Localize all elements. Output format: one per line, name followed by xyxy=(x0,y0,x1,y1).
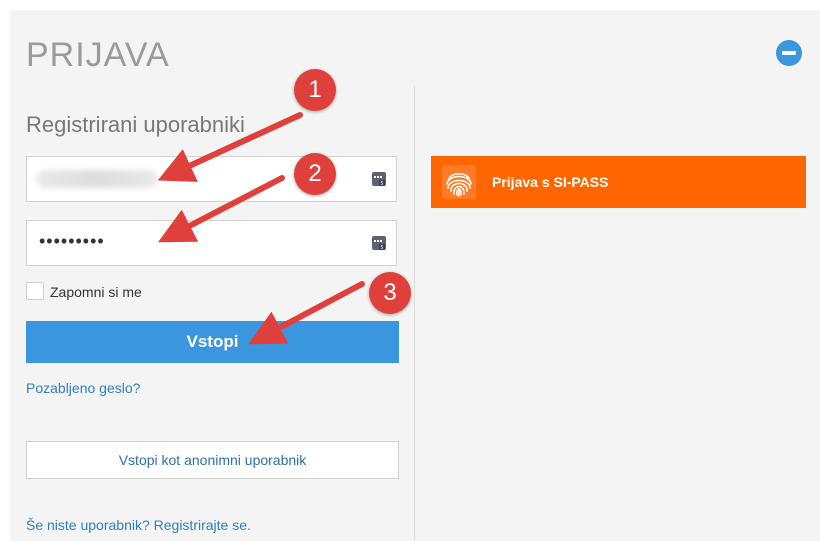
column-divider xyxy=(414,86,415,541)
register-link[interactable]: Še niste uporabnik? Registrirajte se. xyxy=(26,517,251,533)
section-subtitle: Registrirani uporabniki xyxy=(26,112,245,137)
password-field[interactable]: ••••••••• 5 xyxy=(26,220,397,266)
svg-text:5: 5 xyxy=(380,181,383,186)
forgot-password-link[interactable]: Pozabljeno geslo? xyxy=(26,380,140,396)
svg-text:5: 5 xyxy=(380,245,383,250)
sipass-label: Prijava s SI-PASS xyxy=(492,174,609,190)
key-badge-icon[interactable]: 5 xyxy=(372,236,386,250)
remember-label: Zapomni si me xyxy=(50,284,142,300)
username-field[interactable]: 5 xyxy=(26,156,397,202)
annotation-badge-2: 2 xyxy=(294,153,336,195)
page-title: PRIJAVA xyxy=(26,36,170,74)
anonymous-login-button[interactable]: Vstopi kot anonimni uporabnik xyxy=(26,441,399,479)
login-button[interactable]: Vstopi xyxy=(26,321,399,363)
password-input[interactable]: ••••••••• xyxy=(39,231,105,252)
fingerprint-icon xyxy=(442,165,476,199)
sipass-login-button[interactable]: Prijava s SI-PASS xyxy=(431,156,806,208)
collapse-minus-icon[interactable] xyxy=(776,40,802,66)
annotation-badge-3: 3 xyxy=(369,272,411,314)
annotation-badge-1: 1 xyxy=(294,69,336,111)
key-badge-icon[interactable]: 5 xyxy=(372,172,386,186)
remember-checkbox[interactable] xyxy=(26,282,44,300)
